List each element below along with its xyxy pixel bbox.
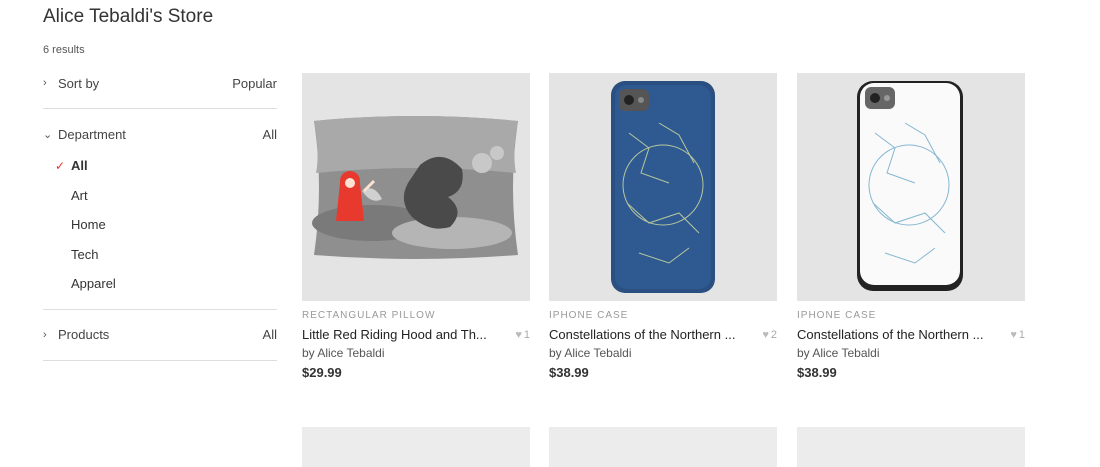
product-card[interactable]: RECTANGULAR PILLOW Little Red Riding Hoo… (302, 73, 530, 380)
heart-icon: ♥ (515, 328, 522, 341)
product-price: $38.99 (797, 365, 837, 380)
heart-icon: ♥ (762, 328, 769, 341)
product-image-pillow[interactable] (302, 73, 530, 301)
product-image-partial[interactable] (797, 427, 1025, 467)
department-filter[interactable]: ⌄ Department All (43, 121, 277, 147)
department-item-tech[interactable]: Tech (43, 240, 277, 270)
store-page: Alice Tebaldi's Store 6 results › Sort b… (0, 0, 1100, 467)
like-button[interactable]: ♥ 1 (1010, 329, 1025, 341)
products-filter[interactable]: › Products All (43, 322, 277, 348)
product-byline[interactable]: by Alice Tebaldi (797, 346, 1025, 360)
product-byline[interactable]: by Alice Tebaldi (549, 346, 777, 360)
department-item-apparel[interactable]: Apparel (43, 269, 277, 299)
product-card[interactable]: IPHONE CASE Constellations of the Northe… (549, 73, 777, 380)
product-price: $38.99 (549, 365, 589, 380)
sort-by-filter[interactable]: › Sort by Popular (43, 70, 277, 96)
product-type: IPHONE CASE (549, 310, 629, 321)
product-card[interactable]: IPHONE CASE Constellations of the Northe… (797, 73, 1025, 380)
page-title: Alice Tebaldi's Store (43, 6, 214, 27)
product-price: $29.99 (302, 365, 342, 380)
department-item-home[interactable]: Home (43, 210, 277, 240)
department-item-all[interactable]: ✓ All (43, 151, 277, 181)
heart-icon: ♥ (1010, 328, 1017, 341)
products-value: All (262, 327, 277, 342)
product-name[interactable]: Constellations of the Northern ... (797, 327, 983, 342)
product-image-phone-case-blue[interactable] (549, 73, 777, 301)
department-value: All (262, 126, 277, 142)
product-type: RECTANGULAR PILLOW (302, 310, 436, 321)
product-image-phone-case-white[interactable] (797, 73, 1025, 301)
product-byline[interactable]: by Alice Tebaldi (302, 346, 530, 360)
chevron-right-icon: › (43, 77, 47, 89)
products-label: Products (58, 327, 110, 342)
department-list: ✓ All Art Home Tech Apparel (43, 147, 277, 305)
department-item-art[interactable]: Art (43, 181, 277, 211)
like-count: 1 (523, 328, 530, 341)
department-label: Department (58, 126, 126, 142)
product-name[interactable]: Constellations of the Northern ... (549, 327, 735, 342)
like-button[interactable]: ♥ 1 (515, 329, 530, 341)
sort-by-value: Popular (232, 75, 277, 91)
sort-by-label: Sort by (58, 75, 100, 91)
check-icon: ✓ (55, 158, 66, 173)
chevron-down-icon: ⌄ (43, 128, 53, 141)
chevron-right-icon: › (43, 328, 47, 341)
divider (43, 359, 277, 361)
filter-sidebar: › Sort by Popular ⌄ Department All ✓ All… (43, 70, 277, 361)
product-image-partial[interactable] (302, 427, 530, 467)
like-button[interactable]: ♥ 2 (762, 329, 777, 341)
product-image-partial[interactable] (549, 427, 777, 467)
product-name[interactable]: Little Red Riding Hood and Th... (302, 327, 487, 342)
results-count: 6 results (43, 44, 85, 56)
product-type: IPHONE CASE (797, 310, 877, 321)
like-count: 1 (1018, 328, 1025, 341)
like-count: 2 (770, 328, 777, 341)
